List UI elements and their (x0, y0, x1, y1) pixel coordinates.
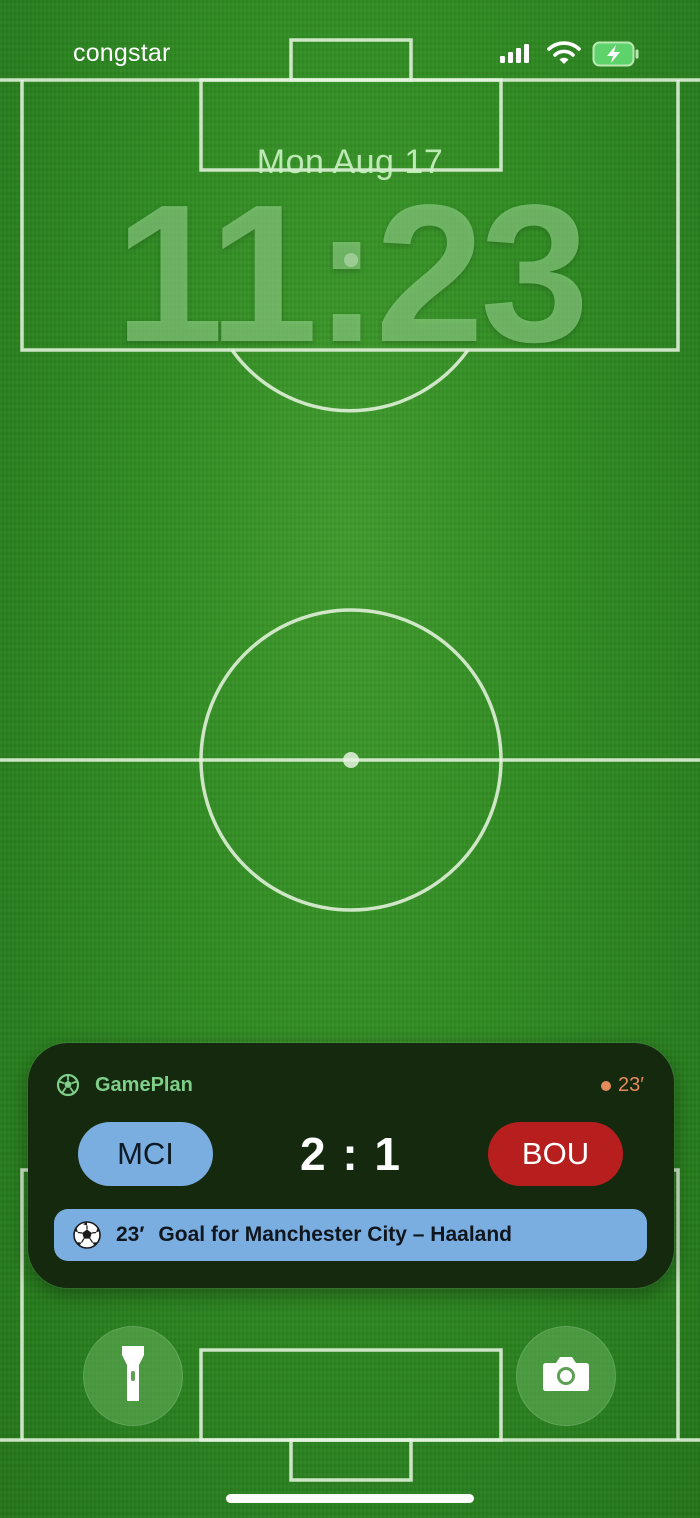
status-bar: congstar (0, 30, 700, 78)
goal-bottom (289, 1438, 413, 1482)
cellular-signal-icon (500, 43, 530, 68)
lock-screen-time: 11:23 (114, 164, 589, 383)
camera-icon (542, 1356, 590, 1397)
live-minute-label: 23′ (618, 1074, 644, 1096)
carrier-name: congstar (73, 39, 171, 67)
event-description: Goal for Manchester City – Haaland (158, 1223, 513, 1246)
flashlight-icon (120, 1345, 146, 1408)
goal-area-bottom (199, 1348, 503, 1442)
live-match-minute: 23′ (601, 1074, 644, 1097)
wifi-icon (547, 40, 581, 71)
battery-charging-icon (592, 41, 640, 72)
flashlight-button[interactable] (83, 1326, 183, 1426)
away-team-badge: BOU (488, 1122, 623, 1186)
away-team-code: BOU (521, 1136, 590, 1171)
soccer-ball-icon (72, 1220, 102, 1250)
live-activity-header: GamePlan (56, 1071, 193, 1099)
app-name: GamePlan (95, 1073, 193, 1096)
home-indicator[interactable] (226, 1494, 474, 1503)
event-minute: 23′ (116, 1223, 145, 1246)
camera-button[interactable] (516, 1326, 616, 1426)
latest-event-banner: 23′ Goal for Manchester City – Haaland (54, 1209, 647, 1261)
soccer-ball-icon (56, 1073, 80, 1097)
home-team-code: MCI (117, 1136, 174, 1171)
live-indicator-dot (601, 1080, 611, 1091)
centre-spot (343, 752, 359, 768)
home-team-badge: MCI (78, 1122, 213, 1186)
match-score: 2 : 1 (299, 1128, 403, 1180)
live-activity-card[interactable]: GamePlan 23′ MCI 2 : 1 BOU 23′ Goal for … (28, 1043, 674, 1288)
